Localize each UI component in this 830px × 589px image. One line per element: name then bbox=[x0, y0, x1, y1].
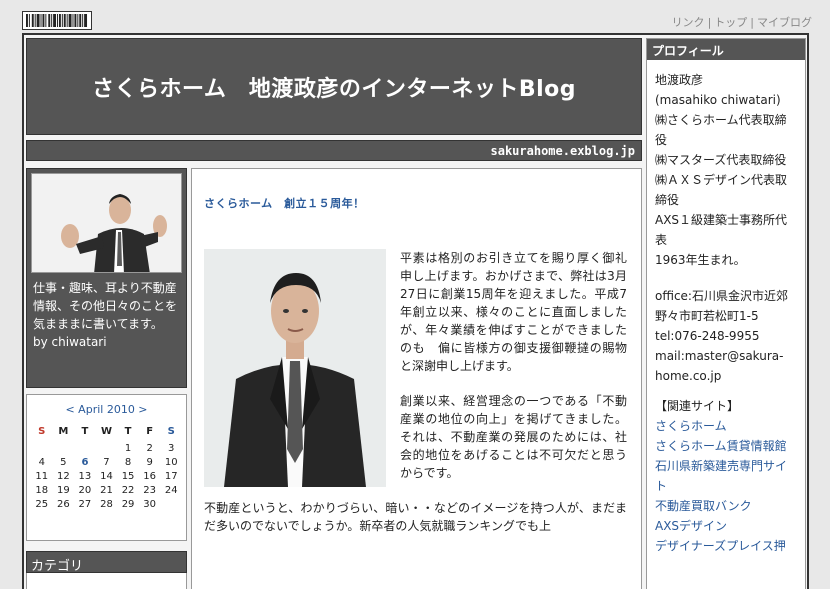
calendar-day: 21 bbox=[100, 485, 113, 496]
blog-title[interactable]: さくらホーム 地渡政彦のインターネットBlog bbox=[92, 71, 576, 103]
calendar-day bbox=[96, 443, 118, 454]
related-sites-heading: 【関連サイト】 bbox=[655, 399, 740, 413]
contact-line: office:石川県金沢市近郊野々市町若松町1-5 bbox=[655, 289, 788, 323]
separator: | bbox=[707, 16, 712, 29]
profile-photo bbox=[31, 173, 182, 273]
related-sites-list: さくらホーム さくらホーム賃貸情報館 石川県新築建売専門サイト 不動産買取バンク AXS… bbox=[655, 416, 797, 556]
calendar-day: 11 bbox=[35, 471, 49, 482]
related-site-link[interactable]: デザイナーズプレイス押 bbox=[655, 536, 797, 556]
calendar-day: 25 bbox=[35, 499, 49, 510]
calendar-day: 30 bbox=[143, 499, 156, 510]
calendar-dow: M bbox=[58, 426, 69, 437]
post-body: 平素は格別のお引き立てを賜り厚く御礼申し上げます。おかげさまで、弊社は3月27日… bbox=[204, 249, 627, 535]
post-content: さくらホーム 創立１５周年！ 平素は格別のお引き立てを賜り厚く御礼申し上げます。… bbox=[191, 168, 642, 589]
calendar-day: 19 bbox=[56, 485, 70, 496]
related-site-link[interactable]: さくらホーム賃貸情報館 bbox=[655, 436, 797, 456]
blog-domain: sakurahome.exblog.jp bbox=[26, 140, 642, 161]
blog-frame: さくらホーム 地渡政彦のインターネットBlog sakurahome.exblo… bbox=[22, 33, 809, 589]
calendar-dow: W bbox=[100, 426, 112, 437]
contact-line: mail:master@sakura-home.co.jp bbox=[655, 349, 784, 383]
calendar-dow: S bbox=[38, 426, 46, 437]
calendar-day: 28 bbox=[100, 499, 113, 510]
profile-lines: 地渡政彦 (masahiko chiwatari) ㈱さくらホーム代表取締役㈱マスタ… bbox=[655, 70, 797, 270]
calendar-dow: S bbox=[167, 426, 175, 437]
calendar-dow: T bbox=[81, 426, 89, 437]
calendar-day: 16 bbox=[143, 471, 156, 482]
left-sidebar: 仕事・趣味、耳より不動産情報、その他日々のことを気まままに書いてます。 by c… bbox=[26, 168, 187, 589]
contact-info: office:石川県金沢市近郊野々市町若松町1-5 tel:076-248-995… bbox=[655, 286, 797, 386]
profile-description: 仕事・趣味、耳より不動産情報、その他日々のことを気まままに書いてます。 bbox=[33, 281, 178, 331]
calendar-dow: F bbox=[146, 426, 154, 437]
calendar-day: 18 bbox=[35, 485, 49, 496]
calendar-day: 9 bbox=[146, 457, 153, 468]
calendar-month-nav[interactable]: < April 2010 > bbox=[31, 403, 182, 416]
calendar-day bbox=[74, 443, 96, 454]
related-site-link[interactable]: さくらホーム bbox=[655, 416, 797, 436]
profile-author: by chiwatari bbox=[33, 335, 107, 349]
blog-header: さくらホーム 地渡政彦のインターネットBlog bbox=[26, 38, 642, 135]
calendar-day: 1 bbox=[124, 443, 132, 454]
profile-line: ㈱マスターズ代表取締役 bbox=[655, 153, 787, 167]
calendar-day: 14 bbox=[100, 471, 113, 482]
profile-line: AXS１級建築士事務所代表 bbox=[655, 213, 788, 247]
calendar-day[interactable]: 6 bbox=[74, 457, 96, 468]
calendar-day: 12 bbox=[56, 471, 70, 482]
calendar-day: 24 bbox=[164, 485, 178, 496]
link-link[interactable]: リンク bbox=[672, 16, 705, 29]
top-links: リンク | トップ | マイブログ bbox=[672, 14, 812, 30]
person-photo-icon bbox=[32, 174, 181, 272]
calendar-day bbox=[160, 499, 182, 510]
calendar-day: 26 bbox=[56, 499, 70, 510]
post-title[interactable]: さくらホーム 創立１５周年！ bbox=[204, 195, 627, 211]
calendar-day bbox=[31, 443, 53, 454]
calendar-day: 10 bbox=[164, 457, 178, 468]
calendar-day: 4 bbox=[38, 457, 45, 468]
profile-line: 地渡政彦 bbox=[655, 73, 704, 87]
calendar-day: 29 bbox=[121, 499, 135, 510]
profile-heading: プロフィール bbox=[647, 39, 805, 60]
profile-line: ㈱ＡＸＳデザイン代表取締役 bbox=[655, 173, 788, 207]
profile-box: 仕事・趣味、耳より不動産情報、その他日々のことを気まままに書いてます。 by c… bbox=[26, 168, 187, 388]
calendar-day: 22 bbox=[121, 485, 135, 496]
related-site-link[interactable]: 石川県新築建売専門サイト bbox=[655, 456, 797, 496]
calendar-day: 20 bbox=[78, 485, 92, 496]
post-paragraph: 不動産というと、わかりづらい、暗い・・などのイメージを持つ人が、まだまだ多いので… bbox=[204, 501, 627, 533]
calendar-day: 8 bbox=[124, 457, 132, 468]
calendar-day: 23 bbox=[143, 485, 156, 496]
related-site-link[interactable]: 不動産買取バンク bbox=[655, 496, 797, 516]
calendar-day: 17 bbox=[164, 471, 178, 482]
barcode-logo bbox=[22, 11, 92, 30]
category-heading: カテゴリ bbox=[26, 551, 187, 574]
calendar-day: 13 bbox=[78, 471, 92, 482]
related-site-link[interactable]: AXSデザイン bbox=[655, 516, 797, 536]
link-top[interactable]: トップ bbox=[714, 16, 747, 29]
calendar-day: 7 bbox=[103, 457, 110, 468]
right-sidebar: プロフィール 地渡政彦 (masahiko chiwatari) ㈱さくらホーム代表… bbox=[646, 38, 806, 589]
profile-details: 地渡政彦 (masahiko chiwatari) ㈱さくらホーム代表取締役㈱マスタ… bbox=[647, 60, 805, 556]
calendar-day: 3 bbox=[168, 443, 175, 454]
profile-line: (masahiko chiwatari) bbox=[655, 93, 781, 107]
person-photo-icon bbox=[204, 249, 386, 487]
profile-line: 1963年生まれ。 bbox=[655, 253, 746, 267]
calendar-day: 5 bbox=[60, 457, 67, 468]
post-photo bbox=[204, 249, 386, 487]
profile-line: ㈱さくらホーム代表取締役 bbox=[655, 113, 787, 147]
calendar-day: 2 bbox=[146, 443, 153, 454]
calendar-day bbox=[53, 443, 75, 454]
calendar-dow: T bbox=[124, 426, 132, 437]
barcode-icon bbox=[26, 14, 88, 27]
calendar-grid: S M T W T F S 1 2 3 4 5 6 7 8 9 10 11 12 13 14 15 16 17 18 19 20 21… bbox=[31, 426, 182, 510]
separator: | bbox=[750, 16, 754, 29]
link-myblog[interactable]: マイブログ bbox=[757, 16, 812, 29]
calendar: < April 2010 > S M T W T F S 1 2 3 4 5 6 7 8 9 10 11 12 13 1… bbox=[26, 394, 187, 541]
calendar-day: 15 bbox=[121, 471, 135, 482]
category-list bbox=[26, 573, 187, 589]
contact-line: tel:076-248-9955 bbox=[655, 329, 760, 343]
calendar-day: 27 bbox=[78, 499, 92, 510]
